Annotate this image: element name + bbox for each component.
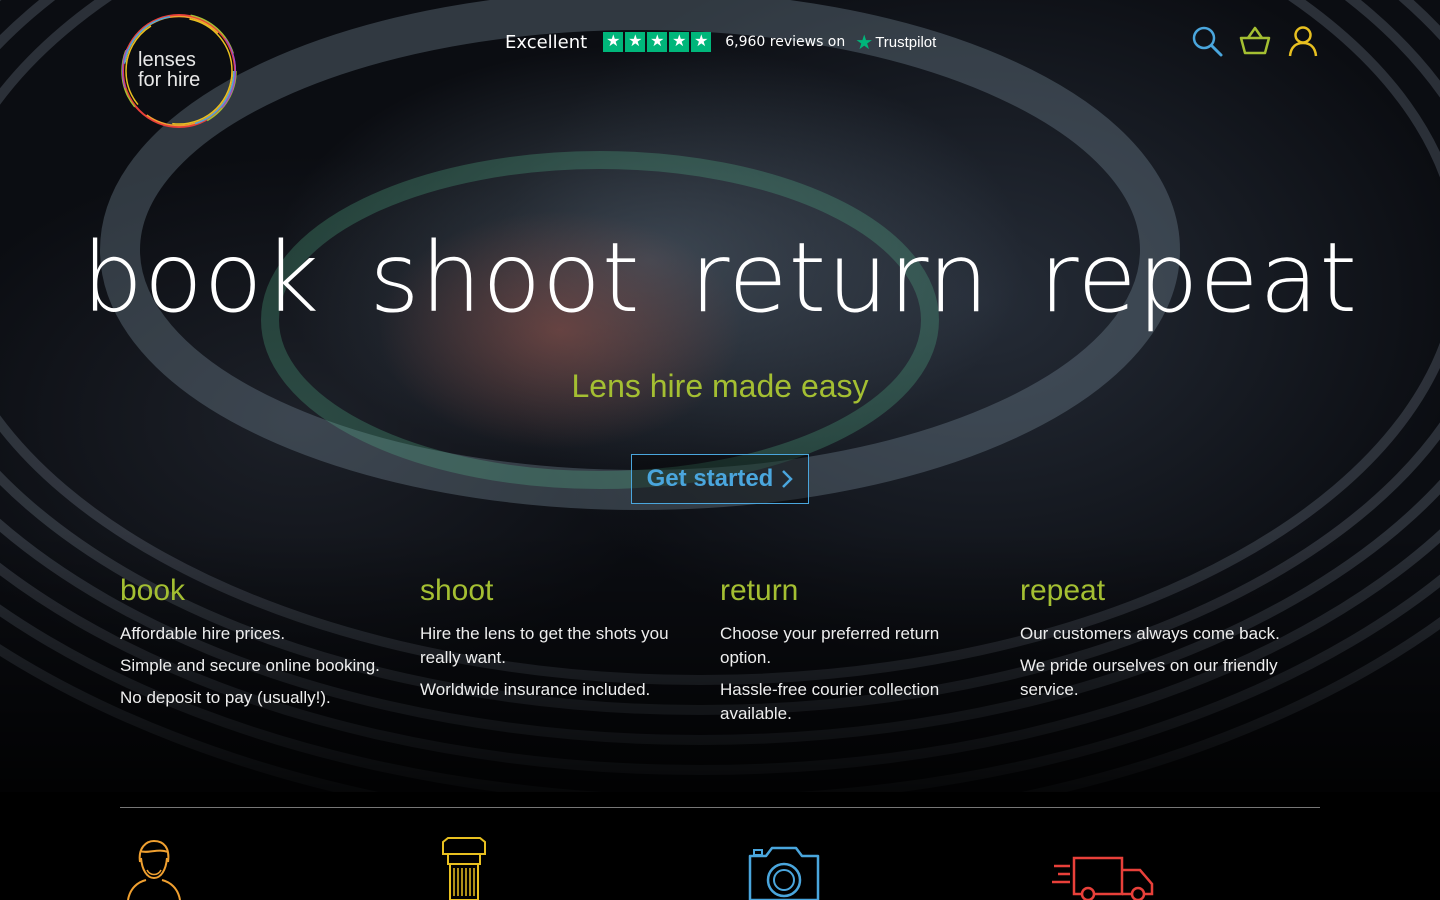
step-text: Hassle-free courier collection available… — [720, 680, 940, 723]
site-logo[interactable]: lenses for hire — [120, 12, 238, 130]
step-repeat: repeat Our customers always come back. W… — [1020, 574, 1320, 734]
step-text: Worldwide insurance included. — [420, 680, 651, 699]
person-icon — [127, 839, 181, 900]
step-return: return Choose your preferred return opti… — [720, 574, 1020, 734]
trustpilot-provider: Trustpilot — [875, 33, 937, 51]
steps-section: book Affordable hire prices. Simple and … — [120, 574, 1320, 734]
trustpilot-review-count: 6,960 reviews on — [725, 34, 846, 50]
search-icon[interactable] — [1190, 24, 1224, 58]
chevron-right-icon — [782, 470, 794, 488]
star-icon: ★ — [691, 32, 712, 52]
hero-headline: book shoot return repeat — [82, 222, 1358, 334]
step-title: book — [120, 574, 186, 607]
basket-icon[interactable] — [1238, 24, 1272, 58]
get-started-button[interactable]: Get started — [631, 454, 809, 504]
get-started-label: Get started — [646, 465, 774, 492]
logo-text: lenses for hire — [138, 50, 200, 90]
trustpilot-rating-word: Excellent — [505, 31, 588, 53]
header-icons — [1176, 24, 1320, 58]
hero-tagline: Lens hire made easy — [571, 368, 869, 404]
star-icon: ★ — [625, 32, 646, 52]
logo-line-2: for hire — [138, 69, 201, 91]
step-text: Hire the lens to get the shots you reall… — [420, 624, 669, 667]
star-icon: ★ — [647, 32, 668, 52]
step-text: Choose your preferred return option. — [720, 624, 940, 667]
star-icon: ★ — [603, 32, 624, 52]
section-divider — [120, 807, 1320, 808]
step-text: Affordable hire prices. — [120, 624, 286, 643]
lens-icon — [442, 837, 486, 900]
delivery-truck-icon — [1052, 856, 1154, 900]
step-book: book Affordable hire prices. Simple and … — [120, 574, 420, 734]
step-text: No deposit to pay (usually!). — [120, 688, 331, 707]
trustpilot-logo: ★ Trustpilot — [855, 30, 936, 55]
logo-line-1: lenses — [138, 49, 196, 71]
step-text: Simple and secure online booking. — [120, 656, 380, 675]
trustpilot-stars: ★ ★ ★ ★ ★ — [603, 32, 713, 52]
step-text: We pride ourselves on our friendly servi… — [1020, 656, 1278, 699]
trustpilot-star-icon: ★ — [855, 31, 874, 54]
step-title: shoot — [420, 574, 494, 607]
star-icon: ★ — [669, 32, 690, 52]
step-title: return — [720, 574, 799, 607]
step-shoot: shoot Hire the lens to get the shots you… — [420, 574, 720, 734]
features-row — [120, 836, 1320, 900]
camera-icon — [748, 846, 820, 900]
account-icon[interactable] — [1286, 24, 1320, 58]
step-title: repeat — [1020, 574, 1106, 607]
step-text: Our customers always come back. — [1020, 624, 1280, 643]
trustpilot-widget[interactable]: Excellent ★ ★ ★ ★ ★ 6,960 reviews on ★ T… — [505, 28, 936, 56]
